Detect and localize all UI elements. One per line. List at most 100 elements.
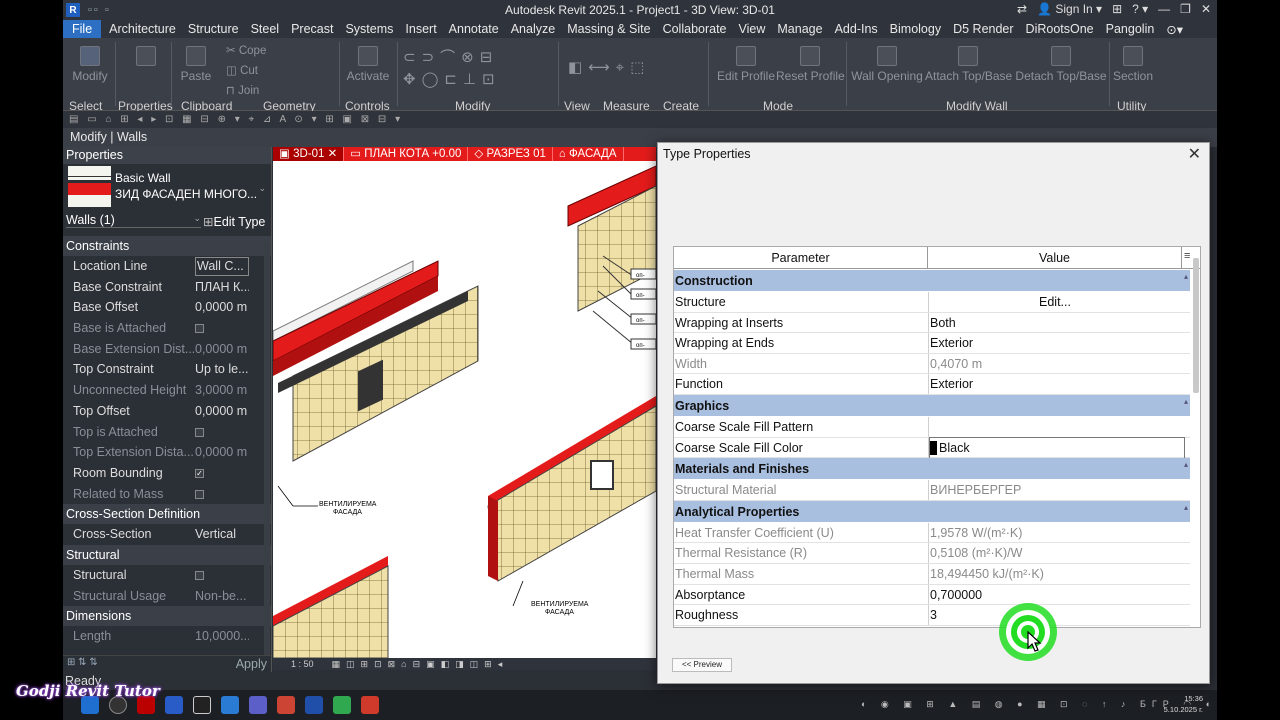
group-dimensions[interactable]: Dimensions bbox=[63, 606, 271, 627]
ribbon-options-icon[interactable]: ⊙▾ bbox=[1160, 22, 1189, 37]
view-control-bar[interactable]: 1 : 50 ▦◫⊞⊡⊠⌂⊟▣◧◨◫⊞◂ bbox=[273, 658, 656, 670]
prop-value[interactable]: Wall C... bbox=[195, 257, 249, 276]
paste-button[interactable]: Paste bbox=[175, 46, 217, 83]
prop-checkbox[interactable] bbox=[195, 565, 249, 586]
prop-checkbox[interactable]: ✓ bbox=[195, 463, 249, 484]
modify-tools-icons[interactable]: ⊂⊃⌒⊗⊟ bbox=[403, 46, 498, 67]
tab-collaborate[interactable]: Collaborate bbox=[657, 22, 733, 36]
type-selector[interactable]: Basic Wall ЗИД ФАСАДЕН МНОГО... ⌄ bbox=[63, 164, 271, 210]
tab-massing-site[interactable]: Massing & Site bbox=[561, 22, 656, 36]
table-row[interactable]: Coarse Scale Fill Pattern bbox=[674, 416, 1190, 438]
chevron-down-icon[interactable]: ⌄ bbox=[258, 183, 266, 194]
apply-button[interactable]: Apply bbox=[236, 657, 267, 671]
table-row[interactable]: Absorptance 0,700000 bbox=[674, 584, 1190, 606]
param-value[interactable]: 3 bbox=[930, 605, 937, 626]
tab-architecture[interactable]: Architecture bbox=[103, 22, 182, 36]
group-constraints[interactable]: Constraints bbox=[63, 236, 271, 256]
tab-insert[interactable]: Insert bbox=[399, 22, 442, 36]
tab-bimology[interactable]: Bimology bbox=[884, 22, 947, 36]
group-materials-finishes[interactable]: Materials and Finishes ▴ bbox=[674, 458, 1190, 481]
cut-button[interactable]: ◫ Cut bbox=[226, 63, 258, 77]
chatgpt-icon[interactable] bbox=[193, 696, 211, 714]
table-row[interactable]: Wrapping at Ends Exterior bbox=[674, 333, 1190, 354]
restore-icon[interactable]: ❐ bbox=[1180, 2, 1191, 16]
revit-taskbar-icon[interactable] bbox=[305, 696, 323, 714]
checkbox-checked-icon[interactable]: ✓ bbox=[195, 469, 204, 479]
wall-assembly-2[interactable]: оп- оп- оп- оп- bbox=[567, 165, 656, 350]
tab-file[interactable]: File bbox=[63, 20, 102, 38]
param-value[interactable]: Exterior bbox=[930, 374, 973, 395]
help-icon[interactable]: ? ▾ bbox=[1132, 2, 1148, 16]
prop-base-offset[interactable]: Base Offset 0,0000 m bbox=[63, 297, 271, 318]
quick-access-toolbar[interactable]: ▤ ▭ ⌂ ⊞ ◂ ▸ ⊡ ▦ ⊟ ⊕ ▾ ⌖ ⊿ A ⊙ ▾ ⊞ ▣ ⊠ ⊟ … bbox=[63, 111, 1217, 128]
share-icon[interactable]: ⇄ bbox=[1017, 2, 1027, 16]
fill-color-value[interactable]: Black bbox=[929, 436, 1185, 460]
activate-button[interactable]: Activate bbox=[345, 46, 391, 83]
column-header-parameter[interactable]: Parameter bbox=[674, 247, 928, 269]
close-icon[interactable]: ✕ bbox=[1201, 2, 1211, 16]
prop-structural[interactable]: Structural bbox=[63, 565, 271, 586]
prop-base-constraint[interactable]: Base Constraint ПЛАН К... bbox=[63, 277, 271, 298]
tab-add-ins[interactable]: Add-Ins bbox=[829, 22, 884, 36]
table-row[interactable]: Function Exterior bbox=[674, 374, 1190, 395]
prop-location-line[interactable]: Location Line Wall C... bbox=[63, 256, 271, 277]
quick-access-icons[interactable]: ▫▫ ▫ bbox=[88, 4, 111, 16]
collapse-icon[interactable]: ▴ bbox=[1184, 503, 1188, 512]
table-row[interactable]: Structural Material ВИНЕРБЕРГЕР bbox=[674, 480, 1190, 501]
wall-opening-button[interactable]: Wall Opening bbox=[849, 46, 925, 83]
recorder-icon[interactable] bbox=[361, 696, 379, 714]
tab-d5-render[interactable]: D5 Render bbox=[947, 22, 1019, 36]
param-value[interactable]: Exterior bbox=[930, 333, 973, 354]
view-measure-icons[interactable]: ◧⟷⌖⬚ bbox=[568, 58, 650, 76]
modify-button[interactable]: Modify bbox=[67, 46, 113, 83]
preview-button[interactable]: << Preview bbox=[672, 658, 732, 672]
calculator-icon[interactable] bbox=[221, 696, 239, 714]
table-row[interactable]: Roughness 3 bbox=[674, 605, 1190, 626]
param-value[interactable]: Both bbox=[930, 313, 956, 334]
reset-profile-button[interactable]: Reset Profile bbox=[776, 46, 845, 83]
properties-scrollbar[interactable] bbox=[264, 244, 270, 664]
prop-value[interactable]: Up to le... bbox=[195, 359, 249, 380]
view-scale[interactable]: 1 : 50 bbox=[291, 659, 314, 669]
tab-systems[interactable]: Systems bbox=[339, 22, 399, 36]
cart-icon[interactable]: ⊞ bbox=[1112, 2, 1122, 16]
group-graphics[interactable]: Graphics ▴ bbox=[674, 394, 1190, 417]
prop-value[interactable]: ПЛАН К... bbox=[195, 277, 249, 298]
structure-edit-button[interactable]: Edit... bbox=[928, 292, 1182, 313]
table-row[interactable]: Structure Edit... bbox=[674, 292, 1190, 313]
type-properties-button[interactable] bbox=[126, 46, 166, 69]
wall-assembly-1[interactable] bbox=[273, 260, 479, 462]
param-value[interactable]: 0,700000 bbox=[930, 585, 982, 606]
column-menu-icon[interactable]: ≡ bbox=[1184, 250, 1190, 262]
collapse-icon[interactable]: ▴ bbox=[1184, 460, 1188, 469]
clock[interactable]: 15:36 5.10.2025 г. bbox=[1164, 693, 1203, 715]
tab-pangolin[interactable]: Pangolin bbox=[1100, 22, 1161, 36]
tab-structure[interactable]: Structure bbox=[182, 22, 245, 36]
tab-steel[interactable]: Steel bbox=[245, 22, 286, 36]
group-cross-section[interactable]: Cross-Section Definition bbox=[63, 504, 271, 525]
camtasia-icon[interactable] bbox=[333, 696, 351, 714]
cope-button[interactable]: ✂ Cope bbox=[226, 43, 266, 57]
instance-filter-dropdown[interactable]: Walls (1) ⌄ bbox=[66, 213, 201, 228]
table-row[interactable]: Wrapping at Inserts Both bbox=[674, 312, 1190, 334]
tab-manage[interactable]: Manage bbox=[771, 22, 828, 36]
3d-view-canvas[interactable]: оп- оп- оп- оп- ВЕНТИЛИРУЕМА ФАСАДА ВЕНТ… bbox=[273, 161, 656, 658]
prop-value[interactable]: 0,0000 m bbox=[195, 297, 249, 318]
tab-analyze[interactable]: Analyze bbox=[505, 22, 561, 36]
prop-cross-section[interactable]: Cross-Section Vertical bbox=[63, 524, 271, 545]
prop-top-offset[interactable]: Top Offset 0,0000 m bbox=[63, 401, 271, 422]
checkbox-icon[interactable] bbox=[195, 571, 204, 581]
3d-model-drawing[interactable]: оп- оп- оп- оп- ВЕНТИЛИРУЕМА ФАСАДА ВЕНТ… bbox=[273, 161, 656, 658]
section-button[interactable]: Section bbox=[1111, 46, 1155, 83]
table-row[interactable]: Coarse Scale Fill Color Black bbox=[674, 436, 1190, 460]
column-header-value[interactable]: Value bbox=[928, 247, 1182, 269]
revit-logo-icon[interactable]: R bbox=[66, 3, 80, 17]
view-control-icons[interactable]: ▦◫⊞⊡⊠⌂⊟▣◧◨◫⊞◂ bbox=[332, 659, 509, 669]
view-tab-section[interactable]: ◇ РАЗРЕЗ 01 bbox=[468, 147, 553, 161]
view-tab-elevation[interactable]: ⌂ ФАСАДА bbox=[553, 147, 624, 161]
tab-view[interactable]: View bbox=[733, 22, 772, 36]
wall-assembly-3[interactable] bbox=[487, 396, 656, 582]
group-analytical-properties[interactable]: Analytical Properties ▴ bbox=[674, 500, 1190, 523]
tab-annotate[interactable]: Annotate bbox=[443, 22, 505, 36]
tab-dirootsone[interactable]: DiRootsOne bbox=[1020, 22, 1100, 36]
